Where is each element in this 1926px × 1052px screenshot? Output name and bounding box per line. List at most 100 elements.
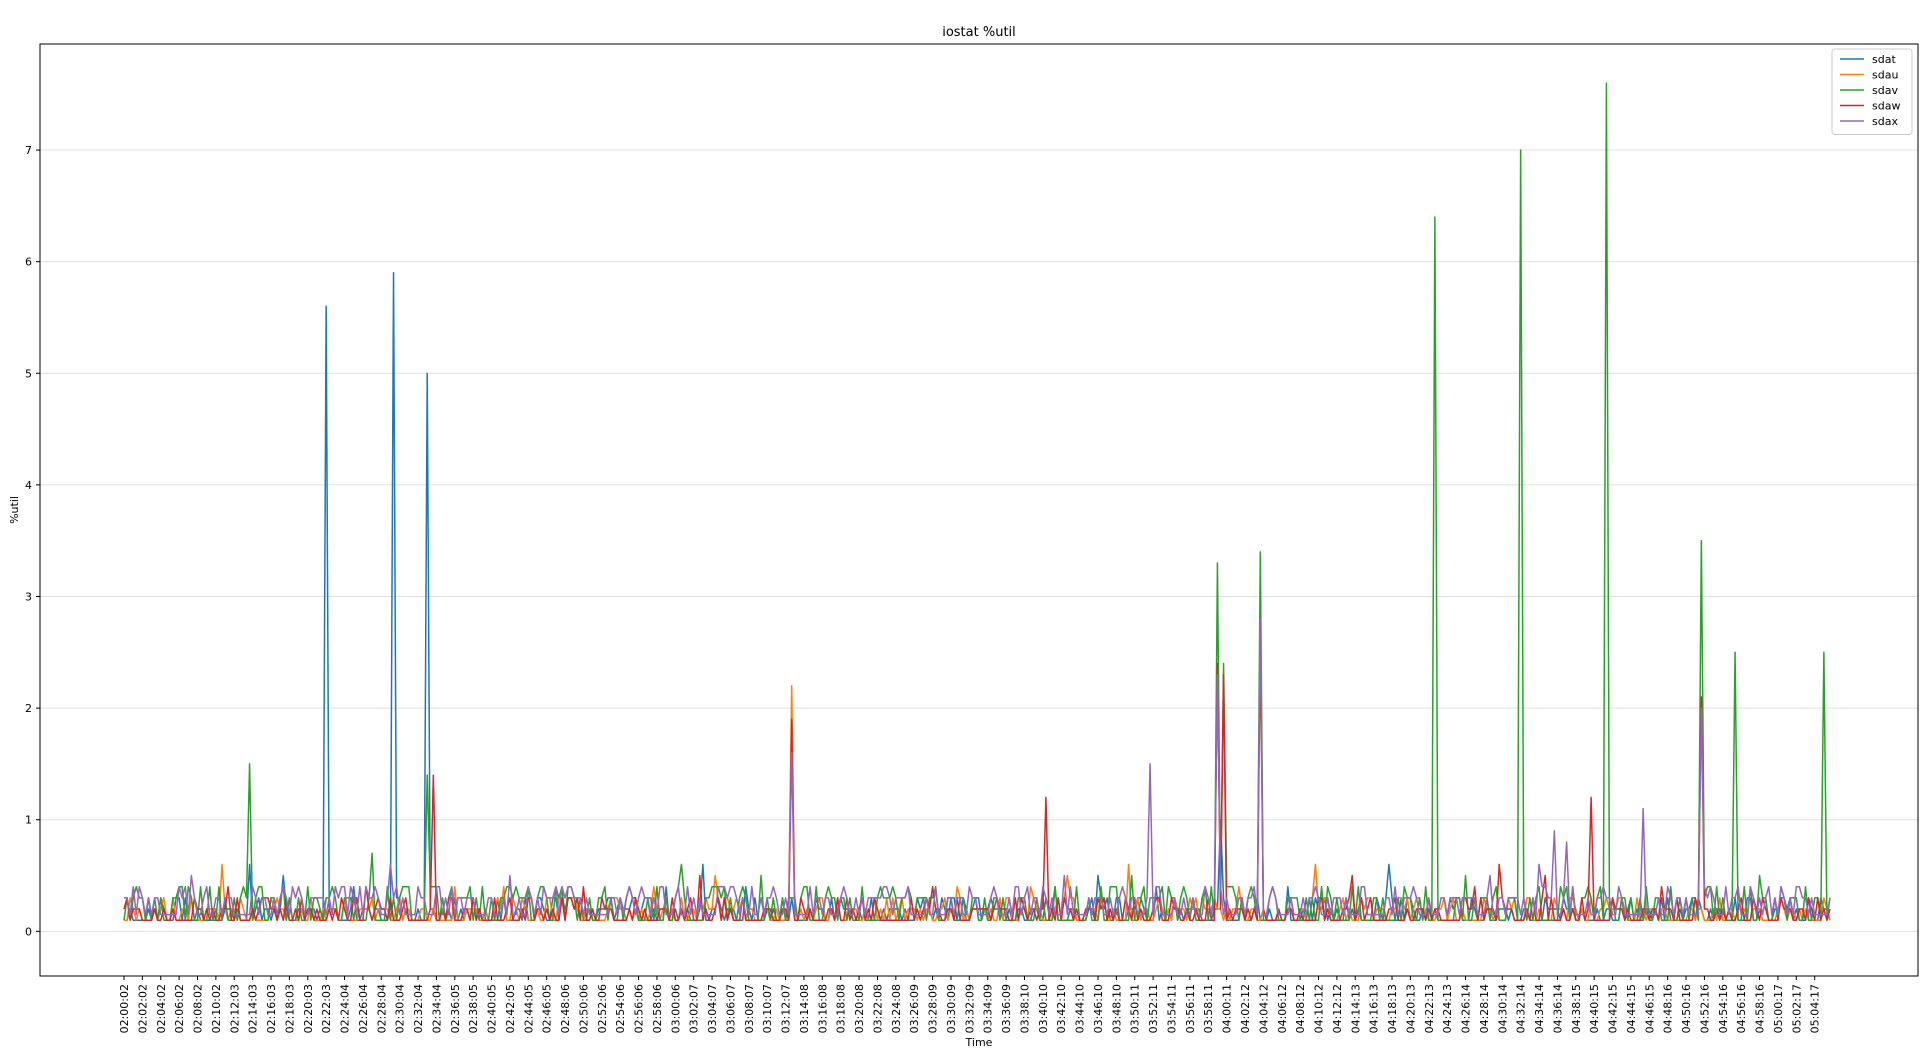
x-tick-label-50: 03:40:10 — [1037, 984, 1050, 1033]
x-tick-label-56: 03:52:11 — [1147, 984, 1160, 1033]
y-tick-label-5: 5 — [25, 367, 32, 380]
legend-label-sdau: sdau — [1872, 69, 1898, 82]
x-tick-label-37: 03:14:08 — [798, 984, 811, 1033]
x-axis: 02:00:02 02:02:02 02:04:02 02:06:02 02:08:02… — [118, 976, 1822, 1033]
x-tick-label-22: 02:44:05 — [522, 984, 535, 1033]
x-tick-label-14: 02:28:04 — [375, 984, 388, 1033]
x-tick-label-11: 02:22:03 — [320, 984, 333, 1033]
x-tick-label-80: 04:40:15 — [1588, 984, 1601, 1033]
series-line-sdau — [124, 685, 1831, 921]
x-tick-label-35: 03:10:07 — [761, 984, 774, 1033]
x-tick-label-30: 03:00:06 — [669, 984, 682, 1033]
y-tick-label-0: 0 — [25, 925, 32, 938]
x-tick-label-20: 02:40:05 — [486, 984, 499, 1033]
x-tick-label-5: 02:10:02 — [210, 984, 223, 1033]
x-tick-label-57: 03:54:11 — [1165, 984, 1178, 1033]
x-tick-label-8: 02:16:03 — [265, 984, 278, 1033]
x-tick-label-16: 02:32:04 — [412, 984, 425, 1033]
x-tick-label-51: 03:42:10 — [1055, 984, 1068, 1033]
chart-title: iostat %util — [942, 25, 1016, 40]
x-tick-label-25: 02:50:06 — [577, 984, 590, 1033]
x-tick-label-58: 03:56:11 — [1184, 984, 1197, 1033]
x-tick-label-31: 03:02:07 — [688, 984, 701, 1033]
x-tick-label-44: 03:28:09 — [927, 984, 940, 1033]
x-tick-label-24: 02:48:06 — [559, 984, 572, 1033]
series-line-sdax — [124, 618, 1831, 916]
x-tick-label-15: 02:30:04 — [394, 984, 407, 1033]
x-tick-label-38: 03:16:08 — [816, 984, 829, 1033]
x-tick-label-78: 04:36:14 — [1551, 984, 1564, 1033]
x-tick-label-7: 02:14:03 — [247, 984, 260, 1033]
x-tick-label-70: 04:20:13 — [1404, 984, 1417, 1033]
x-tick-label-73: 04:26:14 — [1460, 984, 1473, 1033]
x-tick-label-85: 04:50:16 — [1680, 984, 1693, 1033]
x-tick-label-46: 03:32:09 — [963, 984, 976, 1033]
y-tick-label-2: 2 — [25, 702, 32, 715]
x-tick-label-52: 03:44:10 — [1074, 984, 1087, 1033]
x-axis-label: Time — [965, 1036, 993, 1049]
x-tick-label-4: 02:08:02 — [192, 984, 205, 1033]
x-tick-label-17: 02:34:04 — [430, 984, 443, 1033]
series-line-sdaw — [123, 651, 1831, 921]
x-tick-label-60: 04:00:11 — [1221, 984, 1234, 1033]
y-axis: 0 1 2 3 4 5 6 7 — [25, 144, 40, 938]
x-tick-label-39: 03:18:08 — [835, 984, 848, 1033]
x-tick-label-88: 04:56:16 — [1735, 984, 1748, 1033]
x-tick-label-34: 03:08:07 — [743, 984, 756, 1033]
x-tick-label-13: 02:26:04 — [357, 984, 370, 1033]
legend-label-sdax: sdax — [1872, 115, 1898, 128]
legend-label-sdav: sdav — [1872, 84, 1898, 97]
series-layer — [123, 82, 1831, 921]
x-tick-label-81: 04:42:15 — [1607, 984, 1620, 1033]
x-tick-label-43: 03:26:09 — [908, 984, 921, 1033]
x-tick-label-69: 04:18:13 — [1386, 984, 1399, 1033]
x-tick-label-77: 04:34:14 — [1533, 984, 1546, 1033]
x-tick-label-40: 03:20:08 — [853, 984, 866, 1033]
x-tick-label-41: 03:22:08 — [871, 984, 884, 1033]
x-tick-label-33: 03:06:07 — [724, 984, 737, 1033]
x-tick-label-68: 04:16:13 — [1368, 984, 1381, 1033]
x-tick-label-9: 02:18:03 — [283, 984, 296, 1033]
x-tick-label-66: 04:12:12 — [1331, 984, 1344, 1033]
x-tick-label-74: 04:28:14 — [1478, 984, 1491, 1033]
y-axis-label: %util — [8, 496, 21, 524]
x-tick-label-71: 04:22:13 — [1423, 984, 1436, 1033]
iostat-line-chart: iostat %util 01234567 02:00:02 02:02:02 02… — [8, 25, 1919, 1049]
x-tick-label-42: 03:24:08 — [890, 984, 903, 1033]
x-tick-label-49: 03:38:10 — [1018, 984, 1031, 1033]
x-tick-label-48: 03:36:09 — [1000, 984, 1013, 1033]
x-tick-label-53: 03:46:10 — [1092, 984, 1105, 1033]
x-tick-label-79: 04:38:15 — [1570, 984, 1583, 1033]
y-tick-label-3: 3 — [25, 591, 32, 604]
x-tick-label-2: 02:04:02 — [155, 984, 168, 1033]
x-tick-label-72: 04:24:13 — [1441, 984, 1454, 1033]
x-tick-label-32: 03:04:07 — [706, 984, 719, 1033]
x-tick-label-65: 04:10:12 — [1313, 984, 1326, 1033]
x-tick-label-89: 04:58:16 — [1754, 984, 1767, 1033]
grid-layer — [40, 149, 1918, 932]
legend-label-sdaw: sdaw — [1872, 100, 1900, 113]
x-tick-label-3: 02:06:02 — [173, 984, 186, 1033]
x-tick-label-82: 04:44:15 — [1625, 984, 1638, 1033]
plot-frame — [39, 43, 1919, 977]
x-tick-label-87: 04:54:16 — [1717, 984, 1730, 1033]
x-tick-label-86: 04:52:16 — [1698, 984, 1711, 1033]
x-tick-label-55: 03:50:11 — [1129, 984, 1142, 1033]
y-tick-label-6: 6 — [25, 256, 32, 269]
x-tick-label-54: 03:48:10 — [1110, 984, 1123, 1033]
x-tick-label-27: 02:54:06 — [614, 984, 627, 1033]
x-tick-label-91: 05:02:17 — [1790, 984, 1803, 1033]
x-tick-label-61: 04:02:12 — [1239, 984, 1252, 1033]
legend: sdat sdau sdav sdaw sdax — [1831, 48, 1913, 135]
x-tick-label-18: 02:36:05 — [449, 984, 462, 1033]
x-tick-label-47: 03:34:09 — [982, 984, 995, 1033]
x-tick-label-10: 02:20:03 — [302, 984, 315, 1033]
x-tick-label-19: 02:38:05 — [467, 984, 480, 1033]
x-tick-label-83: 04:46:15 — [1643, 984, 1656, 1033]
x-tick-label-67: 04:14:13 — [1349, 984, 1362, 1033]
x-tick-label-45: 03:30:09 — [945, 984, 958, 1033]
x-tick-label-62: 04:04:12 — [1257, 984, 1270, 1033]
x-tick-label-26: 02:52:06 — [596, 984, 609, 1033]
x-tick-label-21: 02:42:05 — [504, 984, 517, 1033]
y-tick-label-7: 7 — [25, 144, 32, 157]
